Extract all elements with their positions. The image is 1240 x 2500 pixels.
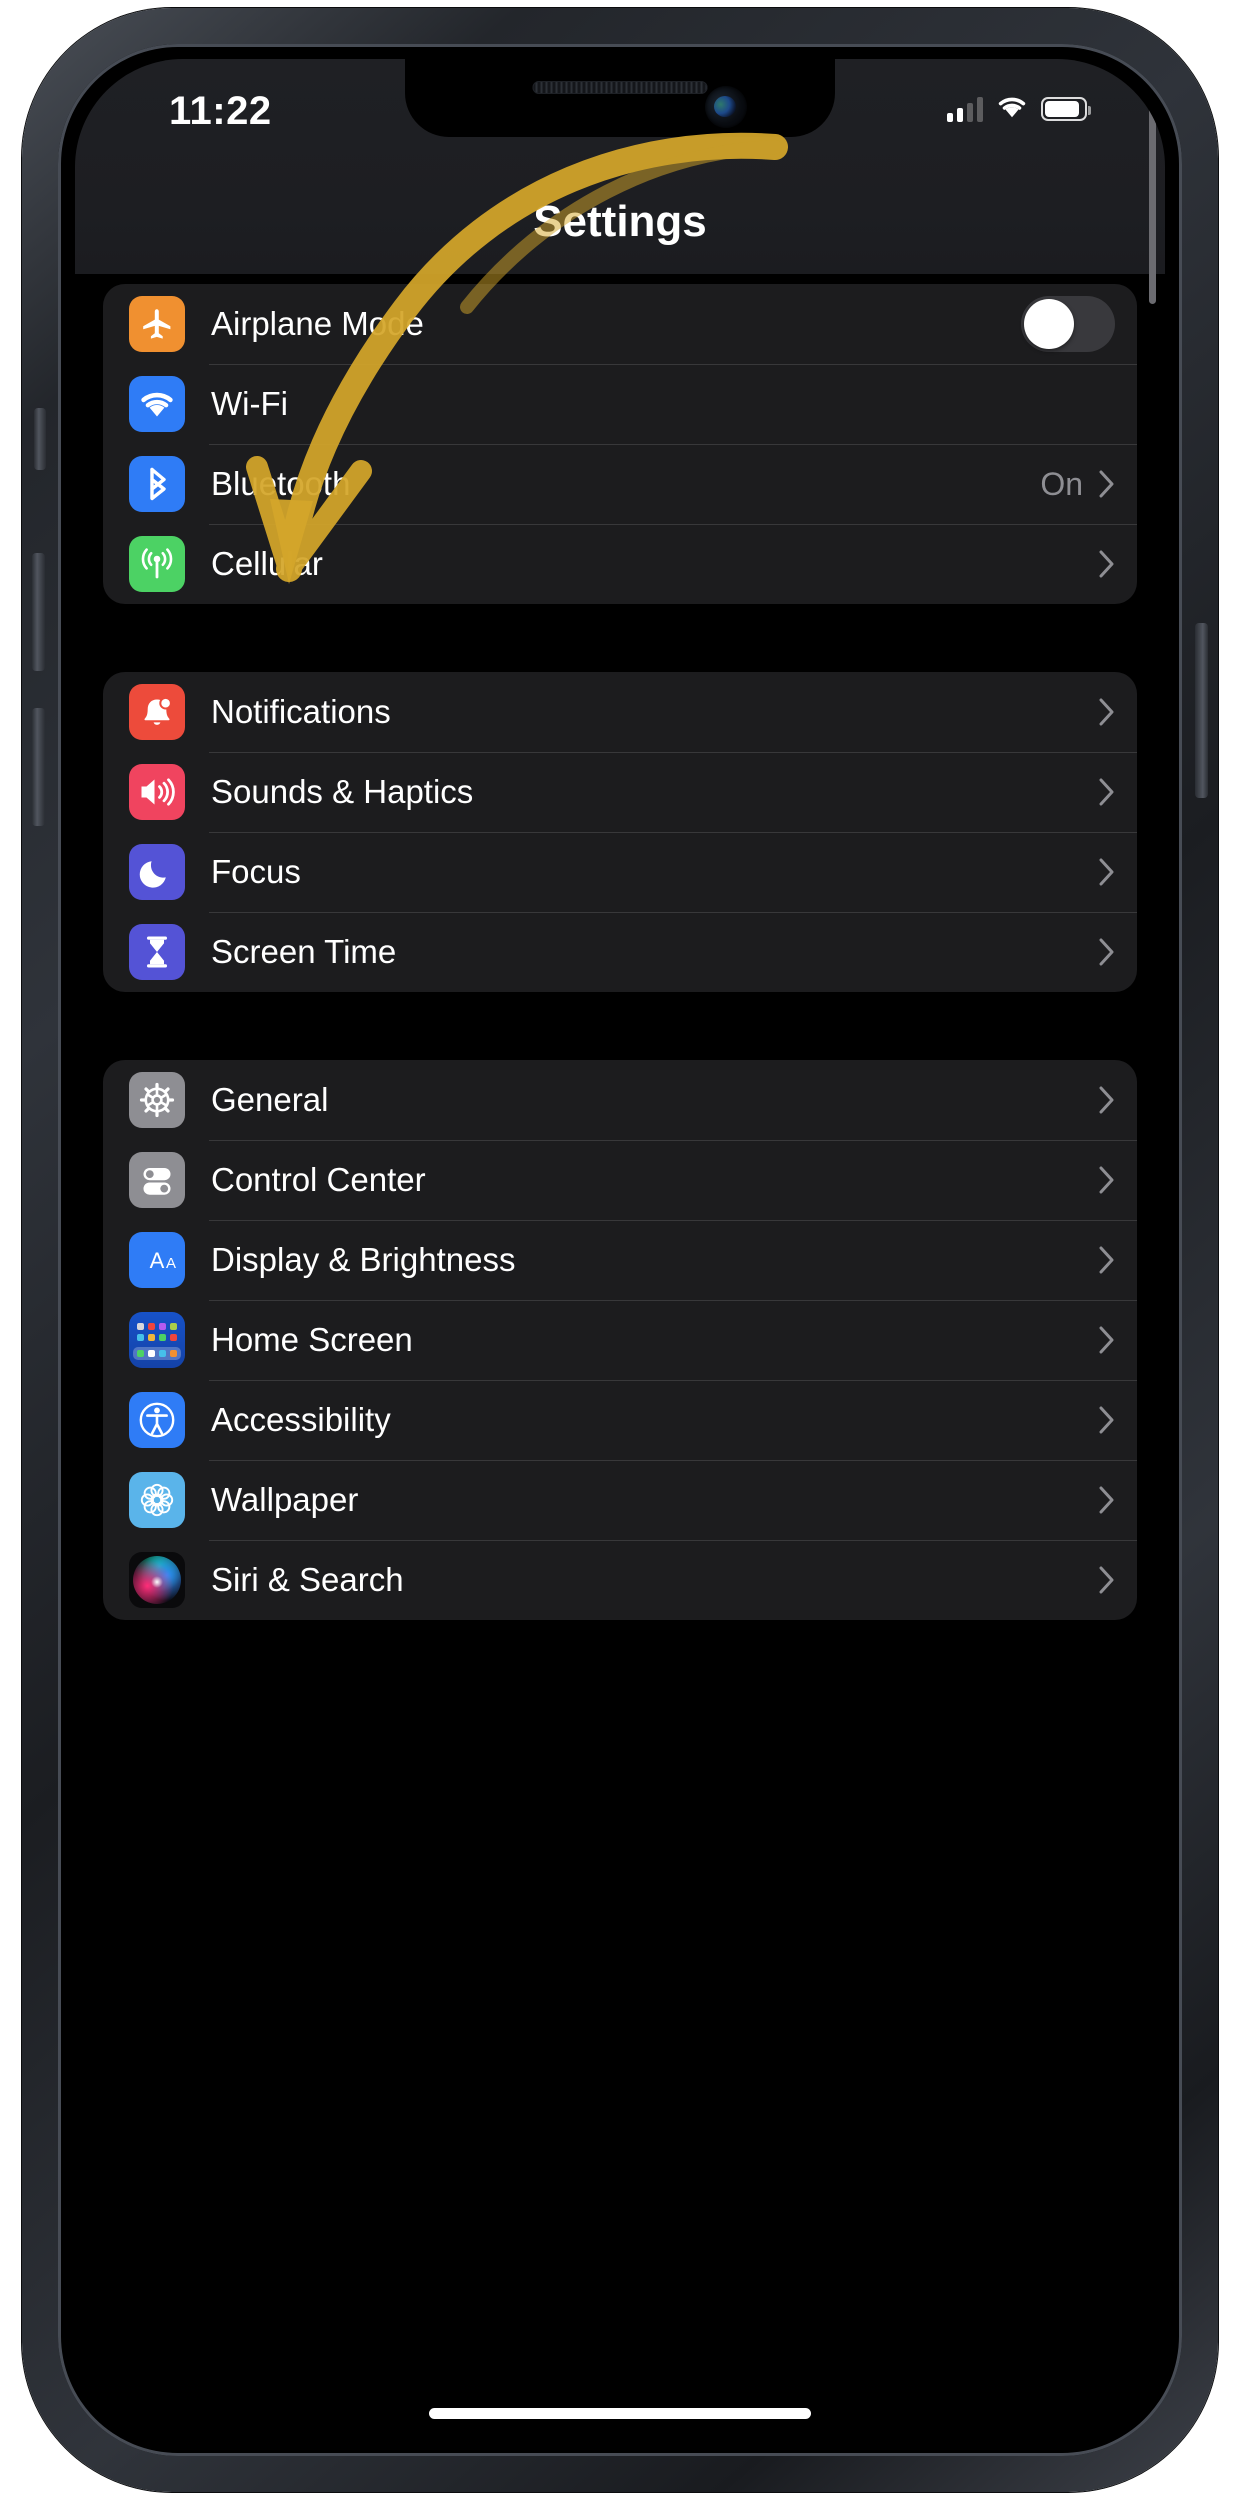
moon-icon (129, 844, 185, 900)
settings-row-label: General (211, 1081, 329, 1118)
chevron-right-icon (1099, 938, 1115, 966)
settings-row-label: Wallpaper (211, 1481, 359, 1518)
settings-row-display-brightness[interactable]: A A Display & Brightness (103, 1220, 1137, 1300)
settings-row-label: Screen Time (211, 933, 397, 970)
volume-down-button[interactable] (32, 708, 45, 826)
earpiece-speaker-icon (532, 81, 708, 94)
chevron-right-icon (1099, 778, 1115, 806)
notch (405, 59, 835, 137)
settings-row-label: Sounds & Haptics (211, 773, 474, 810)
front-camera-icon (705, 86, 747, 128)
settings-row-wifi[interactable]: Wi-Fi (103, 364, 1137, 444)
settings-row-label: Notifications (211, 693, 391, 730)
settings-row-label: Bluetooth (211, 465, 351, 502)
hourglass-icon (129, 924, 185, 980)
screenshot-stage: Settings 11:22 Airplane Mode Wi-Fi Bluet… (0, 0, 1240, 2500)
settings-list[interactable]: Airplane Mode Wi-Fi Bluetooth On Cellula… (75, 274, 1165, 2441)
scrollbar-thumb[interactable] (1149, 89, 1156, 304)
volume-up-button[interactable] (32, 553, 45, 671)
chevron-right-icon (1099, 1486, 1115, 1514)
accessibility-icon (129, 1392, 185, 1448)
airplane-icon (129, 296, 185, 352)
speaker-icon (129, 764, 185, 820)
chevron-right-icon (1099, 858, 1115, 886)
bell-icon (129, 684, 185, 740)
chevron-right-icon (1099, 1326, 1115, 1354)
chevron-right-icon (1099, 550, 1115, 578)
chevron-right-icon (1099, 470, 1115, 498)
settings-row-wallpaper[interactable]: Wallpaper (103, 1460, 1137, 1540)
svg-text:A: A (150, 1248, 165, 1273)
settings-row-siri-search[interactable]: Siri & Search (103, 1540, 1137, 1620)
settings-row-home-screen[interactable]: Home Screen (103, 1300, 1137, 1380)
settings-row-label: Control Center (211, 1161, 426, 1198)
settings-row-label: Wi-Fi (211, 385, 288, 422)
settings-row-control-center[interactable]: Control Center (103, 1140, 1137, 1220)
power-button[interactable] (1195, 623, 1208, 798)
settings-group-system: General Control Center A A Display & Bri… (103, 1060, 1137, 1620)
settings-row-bluetooth[interactable]: Bluetooth On (103, 444, 1137, 524)
chevron-right-icon (1099, 1566, 1115, 1594)
display-aa-icon: A A (129, 1232, 185, 1288)
siri-orb-icon (129, 1552, 185, 1608)
cellular-antenna-icon (129, 536, 185, 592)
settings-row-sounds-haptics[interactable]: Sounds & Haptics (103, 752, 1137, 832)
home-indicator[interactable] (429, 2408, 811, 2419)
settings-group-connectivity: Airplane Mode Wi-Fi Bluetooth On Cellula… (103, 284, 1137, 604)
settings-row-cellular[interactable]: Cellular (103, 524, 1137, 604)
phone-frame: Settings 11:22 Airplane Mode Wi-Fi Bluet… (22, 8, 1218, 2492)
airplane-mode-toggle[interactable] (1021, 296, 1115, 352)
silent-switch[interactable] (34, 408, 46, 470)
page-title: Settings (533, 197, 707, 246)
settings-row-notifications[interactable]: Notifications (103, 672, 1137, 752)
bluetooth-status-value: On (1040, 465, 1083, 502)
settings-row-general[interactable]: General (103, 1060, 1137, 1140)
settings-row-label: Focus (211, 853, 301, 890)
settings-row-label: Cellular (211, 545, 323, 582)
chevron-right-icon (1099, 698, 1115, 726)
settings-row-label: Airplane Mode (211, 305, 424, 342)
home-screen-grid-icon (129, 1312, 185, 1368)
wifi-icon (129, 376, 185, 432)
settings-group-alerts: Notifications Sounds & Haptics Focus Scr… (103, 672, 1137, 992)
gear-icon (129, 1072, 185, 1128)
settings-row-label: Home Screen (211, 1321, 413, 1358)
chevron-right-icon (1099, 1246, 1115, 1274)
settings-row-label: Accessibility (211, 1401, 391, 1438)
chevron-right-icon (1099, 1406, 1115, 1434)
chevron-right-icon (1099, 1086, 1115, 1114)
wallpaper-flower-icon (129, 1472, 185, 1528)
settings-row-label: Siri & Search (211, 1561, 404, 1598)
settings-row-screen-time[interactable]: Screen Time (103, 912, 1137, 992)
control-center-icon (129, 1152, 185, 1208)
settings-row-label: Display & Brightness (211, 1241, 516, 1278)
settings-row-accessibility[interactable]: Accessibility (103, 1380, 1137, 1460)
bluetooth-icon (129, 456, 185, 512)
settings-row-airplane-mode[interactable]: Airplane Mode (103, 284, 1137, 364)
svg-text:A: A (166, 1255, 176, 1272)
settings-row-focus[interactable]: Focus (103, 832, 1137, 912)
phone-screen: Settings 11:22 Airplane Mode Wi-Fi Bluet… (75, 59, 1165, 2441)
chevron-right-icon (1099, 1166, 1115, 1194)
